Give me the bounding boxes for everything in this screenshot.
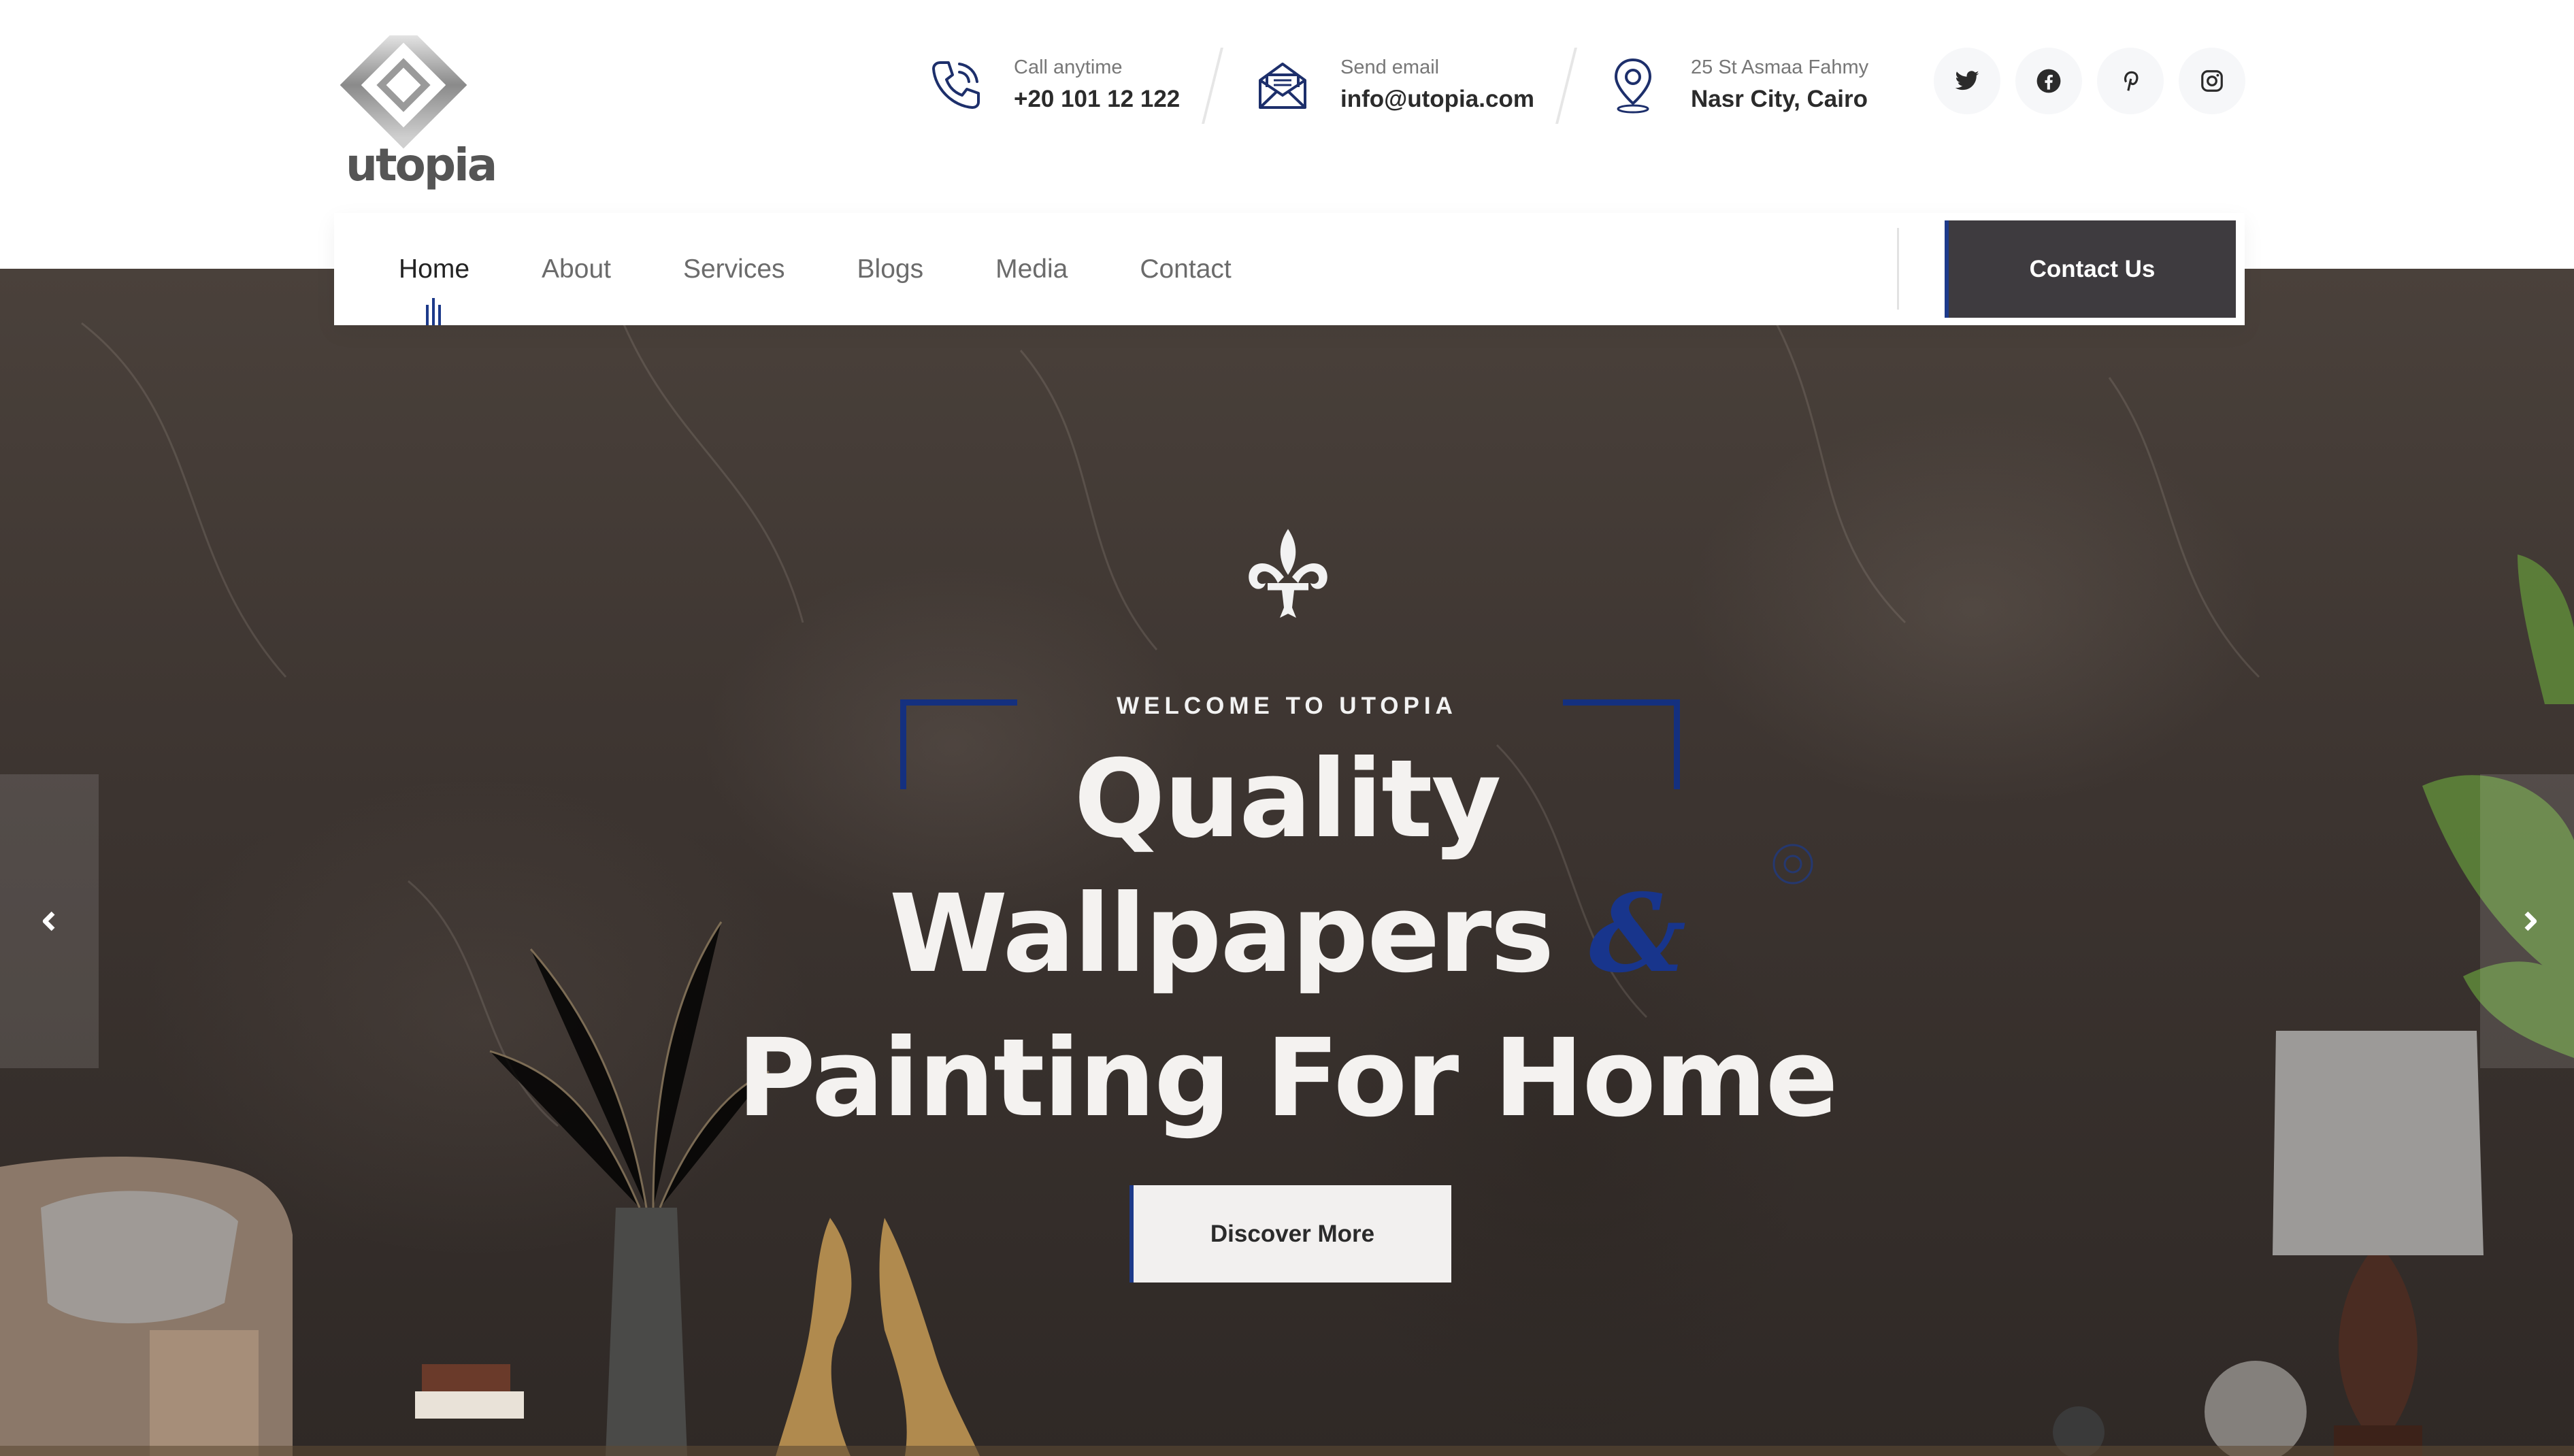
header-divider [1202,48,1223,124]
phone-icon [932,61,980,109]
nav-divider [1897,228,1899,310]
pinterest-icon [2124,71,2139,91]
hero-ampersand: & [1589,871,1686,997]
nav-item-home[interactable]: Home [399,254,469,284]
email-value: info@utopia.com [1340,86,1534,112]
address-value: Nasr City, Cairo [1691,86,1868,112]
discover-more-button[interactable]: Discover More [1129,1185,1451,1283]
silver-sphere [2205,1361,2307,1456]
nav-menu: Home About Services Blogs Media Contact [399,213,1304,325]
gold-birds [776,1218,980,1456]
twitter-icon [1955,71,1979,90]
phone-label: Call anytime [1014,56,1123,78]
site-logo[interactable]: utopia [340,21,497,193]
phone-value: +20 101 12 122 [1014,86,1181,112]
armchair [0,1157,524,1456]
instagram-icon [2201,70,2223,92]
nav-item-contact[interactable]: Contact [1140,254,1231,284]
hero-title-line-3: Painting For Home [737,1016,1838,1141]
nav-item-blogs[interactable]: Blogs [857,254,924,284]
header-divider [1555,48,1577,124]
vase-plants [489,921,770,1456]
contact-us-button[interactable]: Contact Us [1945,220,2236,318]
email-label: Send email [1340,56,1440,78]
location-pin-icon [1614,58,1652,114]
facebook-link[interactable] [2015,48,2082,114]
contact-email[interactable]: Send email info@utopia.com [1252,48,1534,122]
nav-item-services[interactable]: Services [683,254,785,284]
logo-mark-icon [340,21,467,149]
pinterest-link[interactable] [2097,48,2164,114]
twitter-link[interactable] [1934,48,2000,114]
social-links [1934,48,2245,114]
nav-item-media[interactable]: Media [995,254,1068,284]
facebook-icon [2036,69,2061,93]
nav-item-about[interactable]: About [542,254,611,284]
hero-title-line-1: Quality [1074,737,1501,862]
logo-wordmark: utopia [346,139,497,191]
hero-welcome-text: WELCOME TO UTOPIA [1117,693,1457,719]
hero-title-line-2-main: Wallpapers [889,872,1555,997]
active-indicator-icon [426,298,441,325]
address-label: 25 St Asmaa Fahmy [1691,56,1869,78]
hero-title-line-2: Wallpapers & [0,870,2574,999]
contact-phone[interactable]: Call anytime +20 101 12 122 [925,48,1180,122]
decorative-ring-icon [1772,844,1813,884]
contact-address[interactable]: 25 St Asmaa Fahmy Nasr City, Cairo [1602,48,1868,122]
instagram-link[interactable] [2179,48,2245,114]
fleur-de-lis-icon [1249,529,1327,618]
envelope-icon [1259,63,1306,109]
